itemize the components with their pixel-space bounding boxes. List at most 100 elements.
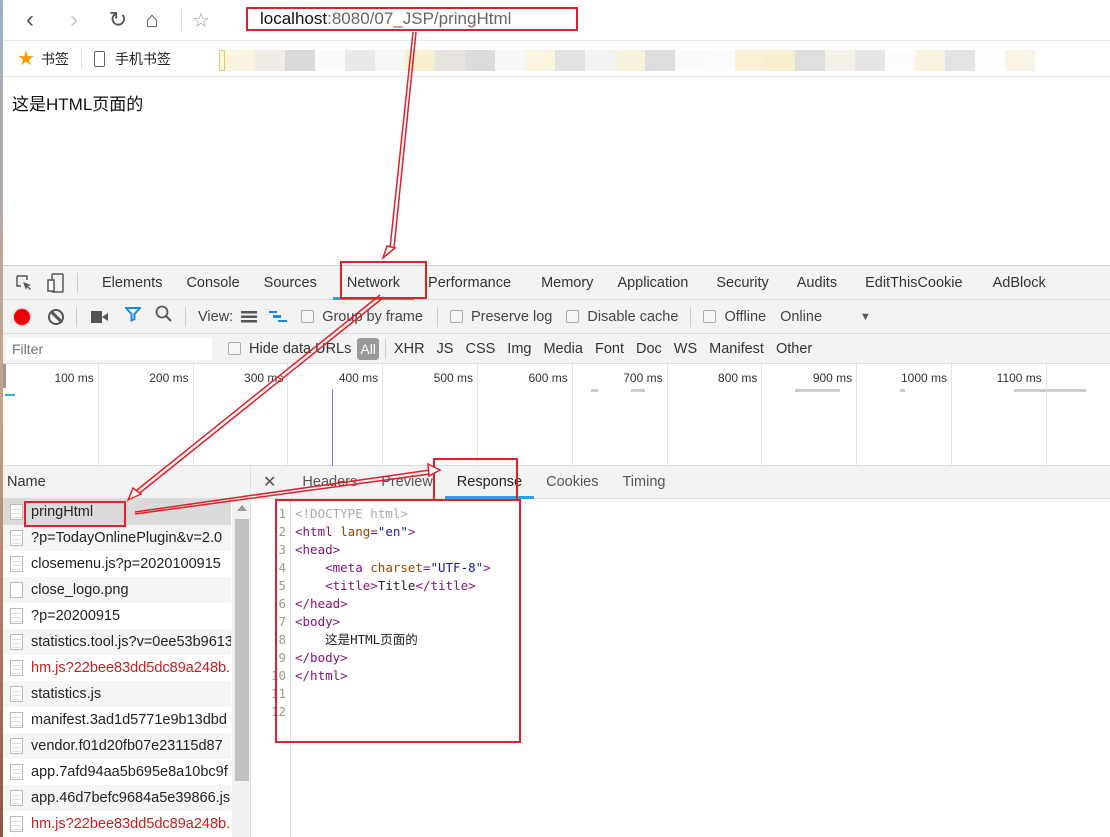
request-row[interactable]: closemenu.js?p=2020100915 — [3, 551, 231, 577]
checkbox[interactable] — [301, 310, 315, 323]
request-row[interactable]: app.46d7befc9684a5e39866.js — [3, 785, 231, 811]
filter-type-other[interactable]: Other — [776, 341, 812, 357]
tab-sources[interactable]: Sources — [252, 266, 329, 300]
group-by-frame-checkbox[interactable]: Group by frame — [301, 309, 423, 325]
scrollbar[interactable] — [232, 499, 250, 837]
timeline-tick-label: 800 ms — [718, 371, 758, 385]
code-token-tag: > — [483, 560, 491, 575]
filter-type-ws[interactable]: WS — [674, 341, 697, 357]
clear-icon[interactable] — [48, 308, 64, 325]
request-row[interactable]: statistics.tool.js?v=0ee53b9613 — [3, 629, 231, 655]
scrollbar-thumb[interactable] — [235, 519, 249, 781]
tab-network[interactable]: Network — [332, 266, 415, 300]
bookmark-star-icon[interactable]: ☆ — [192, 8, 210, 33]
hide-data-urls-checkbox[interactable]: Hide data URLs — [228, 341, 351, 357]
request-row[interactable]: pringHtml — [3, 499, 231, 525]
name-column-header[interactable]: Name — [3, 466, 251, 499]
code-text: 这是HTML页面的 — [290, 632, 418, 647]
tab-adblock[interactable]: AdBlock — [981, 266, 1058, 300]
filter-type-manifest[interactable]: Manifest — [709, 341, 764, 357]
filter-type-all[interactable]: All — [357, 337, 379, 360]
reload-button[interactable]: ↻ — [103, 5, 133, 35]
request-row[interactable]: hm.js?22bee83dd5dc89a248b. — [3, 811, 231, 837]
tab-memory[interactable]: Memory — [529, 266, 605, 300]
request-row[interactable]: statistics.js — [3, 681, 231, 707]
code-line: 10 </html> — [251, 667, 348, 685]
search-icon[interactable] — [155, 305, 173, 328]
timeline-gridline — [97, 364, 99, 465]
request-row[interactable]: app.7afd94aa5b695e8a10bc9f — [3, 759, 231, 785]
tab-application[interactable]: Application — [605, 266, 700, 300]
tab-elements[interactable]: Elements — [90, 266, 174, 300]
forward-button[interactable]: › — [59, 5, 89, 35]
request-row[interactable]: ?p=TodayOnlinePlugin&v=2.0 — [3, 525, 231, 551]
bookmark-item[interactable]: 手机书签 — [115, 49, 171, 69]
checkbox[interactable] — [703, 310, 717, 323]
request-row[interactable]: vendor.f01d20fb07e23115d87 — [3, 733, 231, 759]
filter-type-font[interactable]: Font — [595, 341, 624, 357]
address-bar[interactable]: localhost:8080/07_JSP/pringHtml — [246, 7, 578, 31]
tab-audits[interactable]: Audits — [785, 266, 849, 300]
code-token-val: "en" — [377, 524, 408, 539]
timeline-tick-label: 500 ms — [433, 371, 473, 385]
code-token-text: 这是HTML页面的 — [295, 632, 418, 647]
filter-icon[interactable] — [123, 306, 143, 327]
filter-type-js[interactable]: JS — [437, 341, 454, 357]
code-token-tag: <body> — [295, 614, 341, 629]
home-button[interactable]: ⌂ — [137, 5, 167, 35]
filter-type-doc[interactable]: Doc — [636, 341, 662, 357]
request-detail-tabs: ✕ Headers Preview Response Cookies Timin… — [251, 466, 1110, 499]
record-icon[interactable] — [14, 308, 30, 325]
tab-editthiscookie[interactable]: EditThisCookie — [853, 266, 975, 300]
device-toolbar-icon[interactable] — [45, 272, 67, 294]
checkbox[interactable] — [449, 310, 463, 323]
code-text: <head> — [290, 542, 340, 557]
close-icon[interactable]: ✕ — [263, 472, 276, 492]
tab-console[interactable]: Console — [174, 266, 251, 300]
request-row[interactable]: close_logo.png — [3, 577, 231, 603]
home-icon: ⌂ — [145, 7, 159, 32]
code-token-attr: lang — [340, 524, 371, 539]
request-row[interactable]: hm.js?22bee83dd5dc89a248b. — [3, 655, 231, 681]
code-text: <body> — [290, 614, 340, 629]
bookmarks-bar: ★ 书签 手机书签 — [3, 40, 1110, 77]
request-name: statistics.tool.js?v=0ee53b9613 — [31, 634, 231, 650]
filter-input[interactable] — [7, 337, 212, 360]
capture-screenshots-icon[interactable] — [91, 310, 109, 323]
inspect-element-icon[interactable] — [13, 272, 35, 294]
timeline-handle[interactable] — [3, 364, 6, 388]
tab-security[interactable]: Security — [704, 266, 780, 300]
filter-type-css[interactable]: CSS — [465, 341, 495, 357]
tab-preview[interactable]: Preview — [369, 466, 445, 499]
request-name: ?p=TodayOnlinePlugin&v=2.0 — [31, 530, 223, 546]
checkbox[interactable] — [228, 342, 241, 355]
overview-waterfall-icon[interactable] — [269, 310, 288, 323]
tab-performance[interactable]: Performance — [416, 266, 523, 300]
request-row[interactable]: ?p=20200915 — [3, 603, 231, 629]
bookmark-item[interactable]: 书签 — [41, 49, 69, 69]
offline-checkbox[interactable]: Offline — [703, 309, 766, 325]
response-viewer[interactable]: 1 <!DOCTYPE html> 2 <html lang="en"> 3 <head>… — [251, 499, 1110, 837]
tab-response[interactable]: Response — [444, 466, 535, 499]
filter-type-xhr[interactable]: XHR — [394, 341, 425, 357]
timeline-gridline — [1045, 364, 1047, 465]
preserve-log-checkbox[interactable]: Preserve log — [449, 309, 552, 325]
tab-cookies[interactable]: Cookies — [534, 466, 610, 499]
scroll-up-icon[interactable] — [237, 505, 247, 511]
filter-type-media[interactable]: Media — [543, 341, 583, 357]
large-rows-icon[interactable] — [241, 310, 258, 323]
code-line: 9 </body> — [251, 649, 347, 667]
tab-headers[interactable]: Headers — [290, 466, 369, 499]
tab-timing[interactable]: Timing — [610, 466, 677, 499]
back-button[interactable]: ‹ — [15, 5, 45, 35]
throttling-select[interactable]: Online ▼ — [780, 309, 871, 325]
filter-type-img[interactable]: Img — [507, 341, 531, 357]
line-number: 9 — [278, 650, 286, 665]
divider — [181, 9, 182, 31]
network-overview-timeline[interactable]: 100 ms 200 ms 300 ms 400 ms 500 ms 600 ms 700 … — [3, 364, 1110, 466]
checkbox[interactable] — [566, 310, 580, 323]
disable-cache-checkbox[interactable]: Disable cache — [566, 309, 678, 325]
request-row[interactable]: manifest.3ad1d5771e9b13dbd — [3, 707, 231, 733]
code-token-val: "UTF-8" — [430, 560, 484, 575]
